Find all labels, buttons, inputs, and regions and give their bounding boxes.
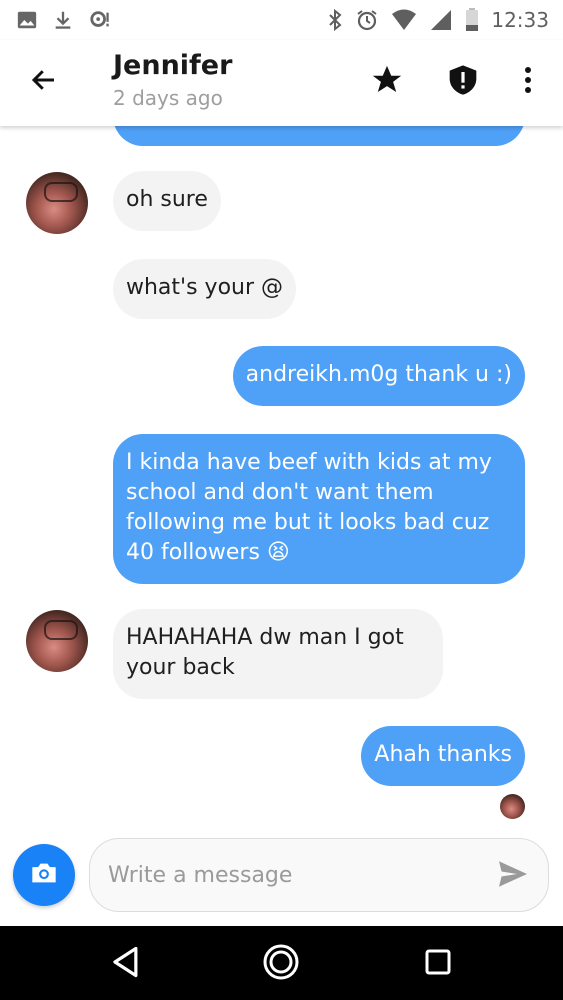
home-circle-icon: [262, 943, 300, 985]
alarm-icon: [355, 8, 379, 32]
outgoing-message[interactable]: I kinda have beef with kids at my school…: [113, 434, 525, 584]
message-composer: [0, 826, 563, 926]
signal-icon: [429, 9, 453, 31]
status-time: 12:33: [491, 8, 549, 32]
bluetooth-icon: [327, 8, 343, 32]
nav-back-button[interactable]: [104, 942, 148, 986]
shield-alert-icon: [447, 63, 479, 101]
outgoing-message[interactable]: Ahah thanks: [361, 726, 525, 786]
more-options-button[interactable]: [508, 62, 548, 102]
download-icon: [52, 8, 74, 32]
nav-home-button[interactable]: [259, 942, 303, 986]
conversation-header: Jennifer 2 days ago: [0, 40, 563, 126]
system-navigation-bar: [0, 926, 563, 1000]
camera-icon: [30, 861, 58, 889]
back-button[interactable]: [26, 64, 62, 100]
status-bar: 12:33: [0, 0, 563, 40]
star-icon: [370, 63, 404, 101]
message-list[interactable]: oh sure what's your @ andreikh.m0g thank…: [0, 126, 563, 826]
notification-icon: [88, 9, 112, 31]
send-icon: [497, 860, 529, 892]
contact-name: Jennifer: [113, 50, 233, 81]
nav-recents-button[interactable]: [416, 942, 460, 986]
contact-avatar[interactable]: [26, 172, 88, 234]
contact-avatar[interactable]: [26, 610, 88, 672]
last-seen-text: 2 days ago: [113, 86, 223, 110]
outgoing-message[interactable]: andreikh.m0g thank u :): [232, 346, 525, 406]
incoming-message[interactable]: HAHAHAHA dw man I got your back: [113, 609, 443, 699]
back-arrow-icon: [29, 65, 59, 99]
camera-button[interactable]: [13, 844, 75, 906]
battery-icon: [465, 8, 479, 32]
triangle-back-icon: [111, 946, 141, 982]
favorite-button[interactable]: [367, 62, 407, 102]
square-recents-icon: [424, 948, 452, 980]
incoming-message[interactable]: what's your @: [113, 259, 297, 319]
message-bubble-partial: [113, 126, 525, 146]
image-icon: [16, 9, 38, 31]
message-input[interactable]: [89, 838, 549, 912]
wifi-icon: [391, 9, 417, 31]
more-vert-icon: [523, 65, 533, 99]
safety-button[interactable]: [443, 62, 483, 102]
send-button[interactable]: [495, 858, 531, 894]
seen-indicator-avatar: [500, 794, 525, 819]
incoming-message[interactable]: oh sure: [113, 171, 221, 231]
contact-info[interactable]: Jennifer 2 days ago: [113, 48, 232, 112]
